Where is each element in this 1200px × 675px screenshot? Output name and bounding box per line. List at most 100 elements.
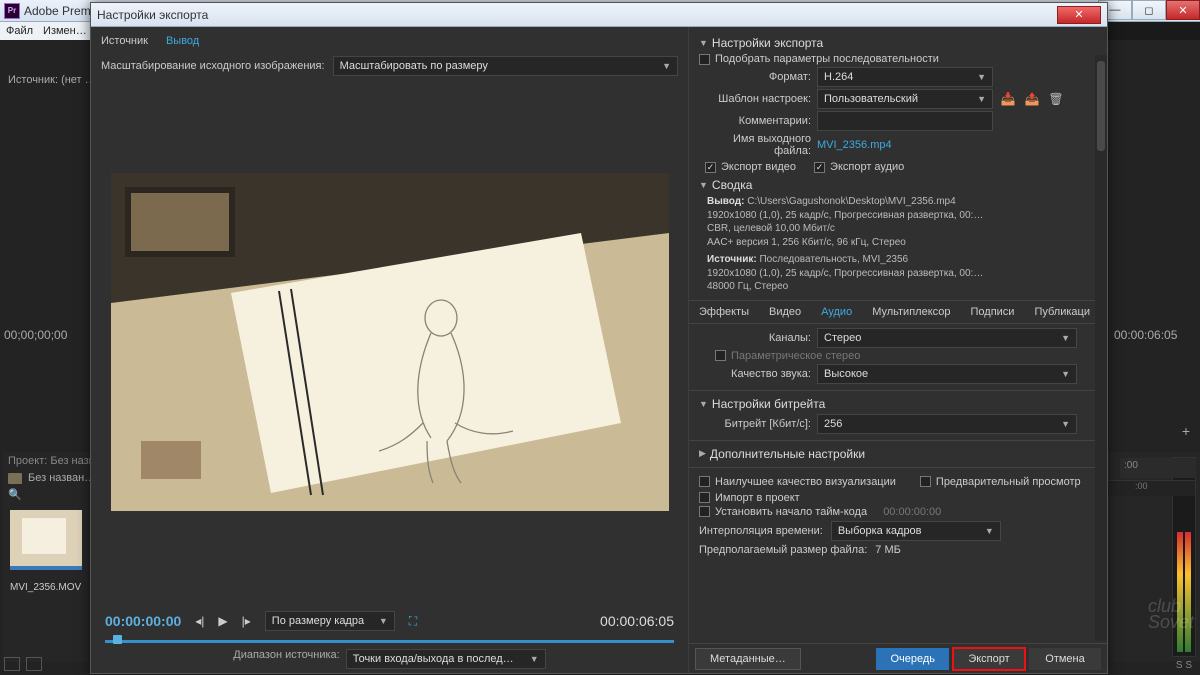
step-back-button[interactable]: ◂| (195, 614, 204, 628)
maximize-button[interactable]: ◻ (1132, 0, 1166, 20)
save-preset-icon[interactable]: 📥 (999, 90, 1017, 108)
scale-label: Масштабирование исходного изображения: (101, 60, 325, 72)
timecode-out: 00:00:06:05 (600, 613, 674, 629)
parametric-label: Параметрическое стерео (731, 350, 860, 362)
project-view-icons (4, 657, 42, 671)
timeline-header: :00 (1120, 458, 1196, 478)
menu-file[interactable]: Файл (6, 25, 33, 37)
clip-name-label[interactable]: MVI_2356.MOV (10, 582, 81, 593)
source-panel-label: Источник: (нет … (8, 74, 96, 86)
bitrate-dropdown[interactable]: 256▼ (817, 414, 1077, 434)
settings-pane: ▼ Настройки экспорта Подобрать параметры… (689, 27, 1107, 673)
export-audio-checkbox[interactable]: ✓ (814, 162, 825, 173)
interp-label: Интерполяция времени: (699, 525, 823, 537)
export-settings-dialog: Настройки экспорта ✕ Источник Вывод Масш… (90, 2, 1108, 674)
icon-view-icon[interactable] (26, 657, 42, 671)
crop-icon[interactable]: ⛶ (409, 614, 417, 629)
tab-source[interactable]: Источник (101, 35, 148, 47)
export-button[interactable]: Экспорт (953, 648, 1025, 670)
bitrate-heading: Настройки битрейта (712, 397, 825, 411)
channels-label: Каналы: (699, 332, 811, 344)
preview-timeline[interactable] (105, 635, 674, 647)
bitrate-label: Битрейт [Кбит/с]: (699, 418, 811, 430)
parametric-checkbox[interactable] (715, 350, 726, 361)
tab-video[interactable]: Видео (759, 301, 811, 323)
preset-label: Шаблон настроек: (699, 93, 811, 105)
step-fwd-button[interactable]: |▸ (242, 614, 251, 628)
set-timecode-value: 00:00:00:00 (883, 506, 941, 518)
match-sequence-label: Подобрать параметры последовательности (715, 53, 939, 65)
transport-bar: 00:00:00:00 ◂| ▶ |▸ По размеру кадра▼ ⛶ … (101, 611, 678, 631)
clip-thumbnail[interactable] (10, 510, 82, 566)
delete-preset-icon[interactable]: 🗑 (1047, 90, 1065, 108)
settings-subtabs: Эффекты Видео Аудио Мультиплексор Подпис… (689, 300, 1107, 324)
import-project-checkbox[interactable] (699, 492, 710, 503)
chevron-right-icon[interactable]: ▶ (699, 448, 706, 459)
preview-checkbox[interactable] (920, 476, 931, 487)
summary-heading: Сводка (712, 178, 753, 192)
range-label: Диапазон источника: (233, 649, 339, 669)
summary-output: Вывод: C:\Users\Gagushonok\Desktop\MVI_2… (699, 195, 1103, 249)
match-sequence-checkbox[interactable] (699, 54, 710, 65)
premiere-app-icon: Pr (4, 3, 20, 19)
preset-dropdown[interactable]: Пользовательский▼ (817, 89, 993, 109)
bg-plus-icon[interactable]: + (1182, 423, 1190, 439)
dialog-button-row: Метаданные… Очередь Экспорт Отмена (689, 643, 1107, 673)
dialog-title: Настройки экспорта (97, 8, 208, 22)
preview-tabs: Источник Вывод (101, 35, 678, 53)
fit-dropdown[interactable]: По размеру кадра▼ (265, 611, 395, 631)
menu-edit[interactable]: Измен… (43, 25, 87, 37)
solo-indicators: S S (1176, 660, 1192, 671)
timeline-ruler: :00 (1105, 480, 1195, 496)
video-preview[interactable] (111, 173, 669, 511)
source-range-dropdown[interactable]: Точки входа/выхода в послед…▼ (346, 649, 546, 669)
playhead-icon[interactable] (113, 635, 122, 644)
tab-audio[interactable]: Аудио (811, 301, 862, 323)
tab-publish[interactable]: Публикаци (1024, 301, 1100, 323)
timecode-in[interactable]: 00:00:00:00 (105, 613, 181, 629)
estimated-label: Предполагаемый размер файла: (699, 544, 867, 556)
bg-timecode-right: 00:00:06:05 (1114, 328, 1177, 342)
preview-pane: Источник Вывод Масштабирование исходного… (91, 27, 689, 673)
summary-source: Источник: Последовательность, MVI_2356 1… (699, 253, 1103, 294)
advanced-heading: Дополнительные настройки (710, 447, 865, 461)
output-name-link[interactable]: MVI_2356.mp4 (817, 139, 892, 151)
estimated-value: 7 МБ (875, 544, 901, 556)
quality-dropdown[interactable]: Высокое▼ (817, 364, 1077, 384)
bg-timecode-left: 00;00;00;00 (4, 328, 67, 342)
chevron-down-icon[interactable]: ▼ (699, 38, 708, 48)
dialog-close-button[interactable]: ✕ (1057, 6, 1101, 24)
queue-button[interactable]: Очередь (876, 648, 949, 670)
dialog-titlebar[interactable]: Настройки экспорта ✕ (91, 3, 1107, 27)
metadata-button[interactable]: Метаданные… (695, 648, 801, 670)
interp-dropdown[interactable]: Выборка кадров▼ (831, 521, 1001, 541)
scale-value: Масштабировать по размеру (340, 60, 488, 72)
best-quality-checkbox[interactable] (699, 476, 710, 487)
quality-label: Качество звука: (699, 368, 811, 380)
chevron-down-icon: ▼ (662, 61, 671, 71)
outer-menu-bar: Файл Измен… (0, 22, 90, 40)
folder-icon (8, 473, 22, 484)
outer-close-button[interactable]: ✕ (1166, 0, 1200, 20)
channels-dropdown[interactable]: Стерео▼ (817, 328, 1077, 348)
output-name-label: Имя выходного файла: (699, 133, 811, 157)
scale-dropdown[interactable]: Масштабировать по размеру ▼ (333, 56, 678, 76)
export-video-checkbox[interactable]: ✓ (705, 162, 716, 173)
outer-window-controls: — ◻ ✕ (1098, 0, 1200, 20)
export-settings-heading: Настройки экспорта (712, 36, 823, 50)
tab-effects[interactable]: Эффекты (689, 301, 759, 323)
watermark: clubSovet (1148, 598, 1194, 630)
cancel-button[interactable]: Отмена (1029, 648, 1101, 670)
play-button[interactable]: ▶ (218, 614, 227, 628)
set-timecode-checkbox[interactable] (699, 506, 710, 517)
list-view-icon[interactable] (4, 657, 20, 671)
tab-output[interactable]: Вывод (166, 35, 199, 47)
comments-input[interactable] (817, 111, 993, 131)
format-dropdown[interactable]: H.264▼ (817, 67, 993, 87)
clip-thumbnail-bar (10, 566, 82, 570)
tab-multiplexer[interactable]: Мультиплексор (862, 301, 960, 323)
settings-scrollbar[interactable] (1095, 55, 1107, 641)
format-label: Формат: (699, 71, 811, 83)
tab-captions[interactable]: Подписи (961, 301, 1025, 323)
import-preset-icon[interactable]: 📤 (1023, 90, 1041, 108)
